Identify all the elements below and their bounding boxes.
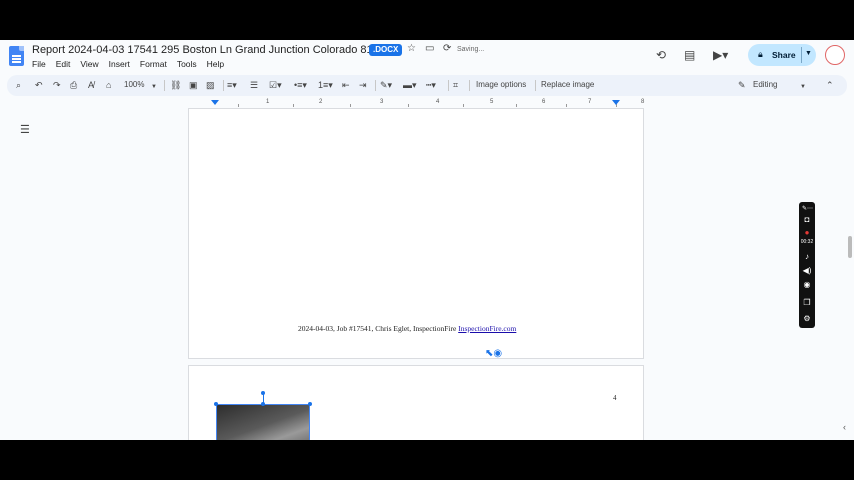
editing-mode-select[interactable]: Editing [753,80,777,89]
page-footer[interactable]: 2024-04-03, Job #17541, Chris Eglet, Ins… [298,324,516,333]
zoom-dropdown-icon[interactable]: ▼ [151,81,157,94]
border-weight-icon[interactable]: ▬▾ [403,79,417,92]
align-icon[interactable]: ≡▾ [227,79,237,92]
menu-bar: File Edit View Insert Format Tools Help [32,59,224,69]
meet-icon[interactable]: ▶▾ [713,48,728,62]
numbered-list-icon[interactable]: 1≡▾ [318,79,333,92]
menu-edit[interactable]: Edit [56,59,71,69]
history-icon[interactable]: ⟲ [656,48,666,62]
mode-dropdown-icon[interactable]: ▼ [800,81,806,94]
line-spacing-icon[interactable]: ☰ [250,79,258,92]
document-page[interactable]: 4 [188,365,644,440]
border-color-icon[interactable]: ✎▾ [380,79,392,92]
menu-insert[interactable]: Insert [109,59,130,69]
microphone-icon[interactable]: ♪ [802,252,812,262]
screen-recorder-panel: ✎⋯ ◘ ● 00:32 ♪ ◀) ◉ ❐ ⚙ [799,202,815,328]
recording-timer: 00:32 [800,239,814,245]
move-folder-icon[interactable]: ▭ [425,43,434,54]
right-indent-marker[interactable] [612,100,620,105]
crop-icon[interactable]: ⌗ [453,79,458,92]
settings-gear-icon[interactable]: ⚙ [802,314,812,324]
video-letterbox-top [0,0,854,40]
title-bar: Report 2024-04-03 17541 295 Boston Ln Gr… [0,40,854,72]
mouse-cursor-icon: ⬉◉ [485,348,503,359]
side-panel-expand-icon[interactable]: ‹ [843,422,846,432]
menu-format[interactable]: Format [140,59,167,69]
webcam-icon[interactable]: ◉ [802,280,812,290]
lock-icon: 🔒︎ [758,49,763,59]
insert-image-icon[interactable]: ▨ [206,79,215,92]
camera-icon[interactable]: ◘ [802,215,812,225]
save-status: Saving... [457,46,485,53]
print-icon[interactable]: ⎙ [70,79,77,92]
video-letterbox-bottom [0,440,854,480]
google-docs-window: Report 2024-04-03 17541 295 Boston Ln Gr… [0,40,854,440]
decrease-indent-icon[interactable]: ⇤ [342,79,350,92]
horizontal-ruler[interactable]: 1 2 3 4 5 6 7 8 [188,99,644,108]
resize-handle-top[interactable] [261,402,265,406]
paint-format-icon[interactable]: ⌂ [106,79,111,92]
document-page[interactable]: 2024-04-03, Job #17541, Chris Eglet, Ins… [188,108,644,359]
redo-icon[interactable]: ↷ [53,79,61,92]
collapse-menus-icon[interactable]: ⌃ [826,79,834,92]
menu-file[interactable]: File [32,59,46,69]
share-dropdown-icon[interactable]: ▼ [805,50,812,57]
checklist-icon[interactable]: ☑▾ [269,79,282,92]
docs-logo-icon[interactable] [9,46,24,66]
editing-toolbar: ⌕ ↶ ↷ ⎙ A̸ ⌂ 100% ▼ ⛓ ▣ ▨ ≡▾ ☰ ☑▾ •≡▾ 1≡… [7,75,847,96]
account-avatar[interactable] [825,45,845,65]
page-number: 4 [613,394,617,402]
menu-tools[interactable]: Tools [177,59,197,69]
saving-sync-icon: ⟳ [443,43,452,54]
document-outline-icon[interactable]: ☰ [20,123,30,136]
menu-view[interactable]: View [80,59,98,69]
insert-link-icon[interactable]: ⛓ [170,79,181,92]
bulleted-list-icon[interactable]: •≡▾ [294,79,307,92]
left-indent-marker[interactable] [211,100,219,105]
image-options-button[interactable]: Image options [476,80,526,89]
share-button[interactable]: 🔒︎ Share ▼ [748,44,816,66]
footer-link[interactable]: InspectionFire.com [458,324,516,333]
replace-image-button[interactable]: Replace image [541,80,594,89]
star-icon[interactable]: ☆ [407,43,416,54]
search-menus-icon[interactable]: ⌕ [16,79,21,92]
resize-handle-top-left[interactable] [214,402,218,406]
recorder-menu-icon[interactable]: ✎⋯ [802,204,813,214]
increase-indent-icon[interactable]: ⇥ [359,79,367,92]
resize-handle-top-right[interactable] [308,402,312,406]
menu-help[interactable]: Help [207,59,224,69]
undo-icon[interactable]: ↶ [35,79,43,92]
border-dash-icon[interactable]: ┅▾ [426,79,436,92]
speaker-icon[interactable]: ◀) [802,266,812,276]
rotate-handle[interactable] [261,391,265,395]
zoom-select[interactable]: 100% [124,80,144,89]
file-format-badge: .DOCX [369,44,403,56]
windows-icon[interactable]: ❐ [802,298,812,308]
add-comment-icon[interactable]: ▣ [189,79,198,92]
inserted-photo[interactable] [216,404,310,440]
editing-mode-icon: ✎ [738,80,746,90]
document-title[interactable]: Report 2024-04-03 17541 295 Boston Ln Gr… [32,44,391,56]
record-icon[interactable]: ● [802,228,812,238]
comments-icon[interactable]: ▤ [684,48,695,62]
spellcheck-icon[interactable]: A̸ [88,79,94,92]
vertical-scrollbar-thumb[interactable] [848,236,852,258]
